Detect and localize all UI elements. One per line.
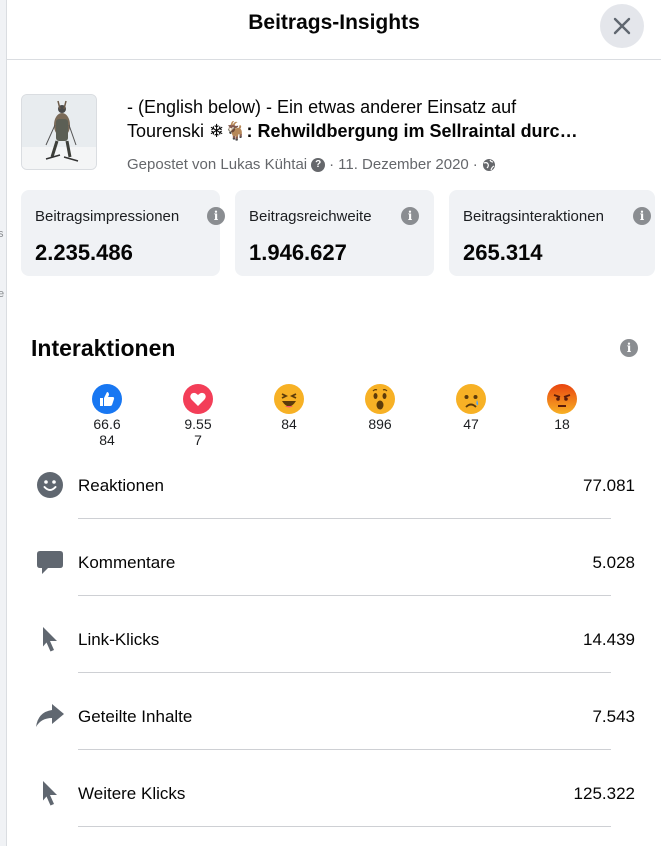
skier-image: [22, 95, 96, 169]
metric-label: Weitere Klicks: [78, 784, 186, 803]
metric-label: Link-Klicks: [78, 630, 160, 649]
post-text-bold: : Rehwildbergung im Sellraintal durc…: [246, 121, 578, 141]
info-icon[interactable]: i: [620, 339, 638, 357]
metric-row-link-clicks: Link-Klicks 14.439: [31, 614, 635, 691]
stat-label: Beitragsreichweite: [249, 208, 372, 225]
post-text-line: Tourenski ❄🐐: Rehwildbergung im Sellrain…: [127, 119, 647, 143]
metric-label: Reaktionen: [78, 476, 165, 495]
close-icon: [613, 17, 631, 35]
post-date[interactable]: 11. Dezember 2020: [338, 156, 469, 173]
reaction-love: 9.557: [173, 384, 223, 448]
globe-icon: [482, 158, 495, 171]
post-meta: Gepostet von Lukas Kühtai ? · 11. Dezemb…: [127, 156, 496, 173]
reaction-count: 66.684: [93, 416, 121, 448]
metric-value: 14.439: [583, 630, 635, 649]
laughing-emoji-icon: [274, 384, 304, 414]
post-author[interactable]: Gepostet von Lukas Kühtai: [127, 156, 307, 173]
like-icon: [92, 384, 122, 414]
info-icon[interactable]: i: [401, 207, 419, 225]
stat-card-impressions: Beitragsimpressionen i 2.235.486: [21, 190, 225, 276]
metric-label: Geteilte Inhalte: [78, 707, 193, 726]
dialog-title: Beitrags-Insights: [248, 11, 420, 34]
reaction-count: 84: [281, 416, 297, 432]
share-icon: [35, 701, 65, 731]
stat-value: 2.235.486: [35, 240, 133, 265]
reaction-count: 9.557: [184, 416, 212, 448]
wow-emoji-icon: [365, 384, 395, 414]
smiley-icon: [35, 470, 65, 500]
reaction-wow: 896: [355, 384, 405, 432]
comment-icon: [35, 547, 65, 577]
stat-value: 1.946.627: [249, 240, 347, 265]
close-button[interactable]: [600, 4, 644, 48]
cursor-icon: [35, 778, 65, 808]
divider: [78, 595, 611, 596]
stat-label: Beitragsinteraktionen: [463, 208, 604, 225]
stat-card-reach: Beitragsreichweite i 1.946.627: [235, 190, 434, 276]
sad-emoji-icon: [456, 384, 486, 414]
post-text-plain: Tourenski ❄🐐: [127, 121, 247, 141]
reaction-count: 896: [368, 416, 392, 432]
metric-row-other-clicks: Weitere Klicks 125.322: [31, 768, 635, 845]
info-icon[interactable]: i: [633, 207, 651, 225]
post-insights-dialog: Beitrags-Insights - (English below) - Ei…: [7, 0, 661, 846]
meta-separator: ·: [472, 156, 478, 173]
post-summary: - (English below) - Ein etwas anderer Ei…: [7, 60, 661, 190]
reaction-sad: 47: [446, 384, 496, 432]
metric-row-comments: Kommentare 5.028: [31, 537, 635, 614]
metric-row-shares: Geteilte Inhalte 7.543: [31, 691, 635, 768]
divider: [78, 518, 611, 519]
dialog-header: Beitrags-Insights: [7, 0, 661, 60]
divider: [78, 672, 611, 673]
background-glyph: s: [0, 228, 4, 240]
metric-value: 7.543: [592, 707, 635, 726]
reaction-angry: 18: [537, 384, 587, 432]
info-icon[interactable]: i: [207, 207, 225, 225]
angry-emoji-icon: [547, 384, 577, 414]
metric-row-reactions: Reaktionen 77.081: [31, 460, 635, 537]
metric-value: 125.322: [573, 784, 635, 803]
stat-card-interactions: Beitragsinteraktionen i 265.314: [449, 190, 655, 276]
metric-label: Kommentare: [78, 553, 176, 572]
metric-value: 5.028: [592, 553, 635, 572]
reaction-count: 18: [554, 416, 570, 432]
background-glyph: e: [0, 288, 5, 300]
interactions-title: Interaktionen: [31, 335, 176, 361]
divider: [78, 749, 611, 750]
meta-separator: ·: [329, 156, 335, 173]
cursor-icon: [35, 624, 65, 654]
stat-label: Beitragsimpressionen: [35, 208, 180, 225]
background-page-edge: s e i: [0, 0, 7, 846]
post-text-line: - (English below) - Ein etwas anderer Ei…: [127, 97, 517, 117]
metric-value: 77.081: [583, 476, 635, 495]
heart-icon: [183, 384, 213, 414]
help-icon[interactable]: ?: [311, 157, 326, 172]
divider: [78, 826, 611, 827]
reaction-like: 66.684: [82, 384, 132, 448]
post-text[interactable]: - (English below) - Ein etwas anderer Ei…: [127, 95, 647, 143]
stat-value: 265.314: [463, 240, 543, 265]
reaction-haha: 84: [264, 384, 314, 432]
post-thumbnail[interactable]: [21, 94, 97, 170]
reaction-count: 47: [463, 416, 479, 432]
